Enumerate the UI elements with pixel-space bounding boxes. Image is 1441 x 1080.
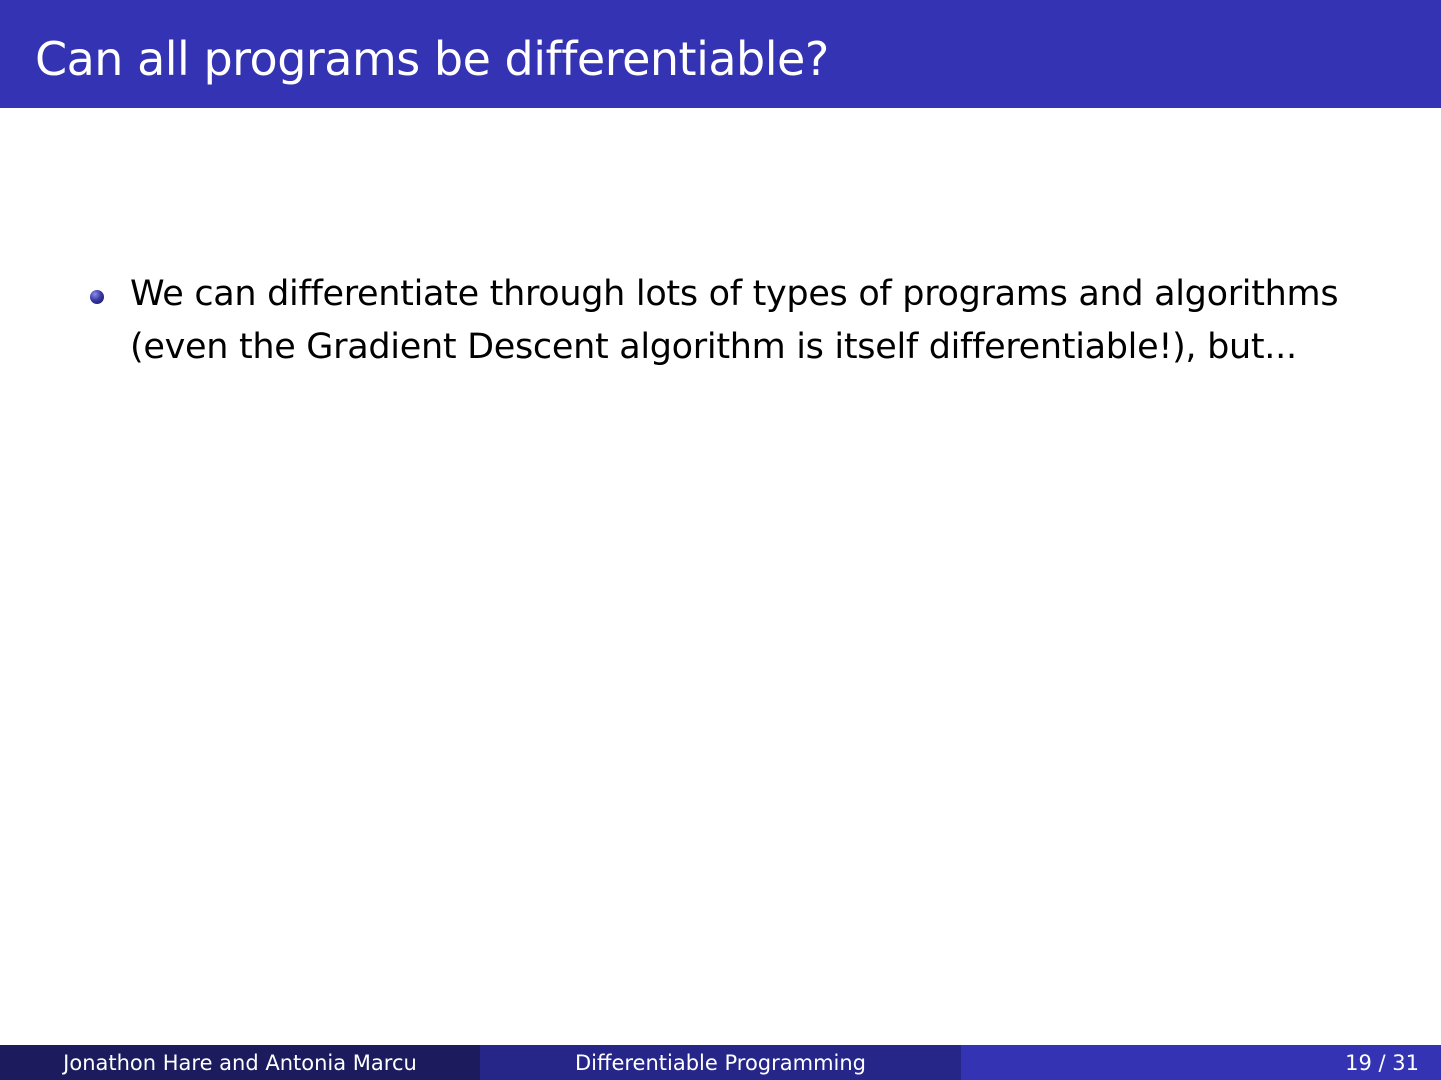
slide-title-bar: Can all programs be differentiable? bbox=[0, 0, 1441, 108]
slide-title: Can all programs be differentiable? bbox=[35, 32, 829, 86]
bullet-ball-icon bbox=[90, 290, 104, 304]
slide-content: We can differentiate through lots of typ… bbox=[88, 268, 1418, 374]
footer-authors: Jonathon Hare and Antonia Marcu bbox=[0, 1045, 480, 1080]
footer-talk-title-text: Differentiable Programming bbox=[574, 1050, 867, 1075]
bullet-item: We can differentiate through lots of typ… bbox=[88, 268, 1418, 374]
footer-authors-text: Jonathon Hare and Antonia Marcu bbox=[63, 1050, 417, 1075]
footer-talk-title: Differentiable Programming bbox=[480, 1045, 961, 1080]
bullet-text: We can differentiate through lots of typ… bbox=[130, 274, 1339, 367]
footer-page-number-text: 19 / 31 bbox=[1345, 1050, 1419, 1075]
slide-footer: Jonathon Hare and Antonia Marcu Differen… bbox=[0, 1045, 1441, 1080]
footer-page-number: 19 / 31 bbox=[961, 1045, 1441, 1080]
